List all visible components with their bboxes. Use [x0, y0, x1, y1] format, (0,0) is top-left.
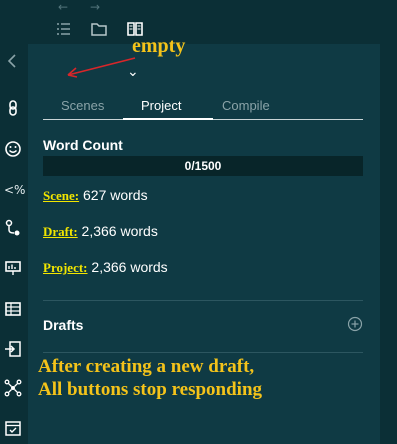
link-icon[interactable] [4, 99, 22, 117]
active-tab-indicator [123, 118, 213, 120]
stat-draft: Draft: 2,366 words [43, 223, 158, 240]
left-icon-rail: <% [0, 44, 26, 444]
tab-scenes[interactable]: Scenes [61, 98, 104, 113]
stat-draft-label[interactable]: Draft: [43, 224, 78, 239]
annotation-note-line2: All buttons stop responding [38, 379, 263, 400]
percent-icon[interactable]: <% [4, 181, 25, 199]
annotation-empty: empty [132, 35, 186, 57]
forward-arrow-icon[interactable]: → [90, 0, 100, 14]
branch-icon[interactable] [4, 219, 22, 237]
word-count-progress-bar: 0/1500 [43, 156, 363, 176]
stat-draft-value: 2,366 words [81, 223, 158, 239]
calendar-icon[interactable] [4, 419, 22, 437]
stat-scene-value: 627 words [83, 187, 148, 203]
smile-icon[interactable] [4, 140, 22, 158]
annotation-arrow [67, 57, 136, 78]
stat-project: Project: 2,366 words [43, 259, 168, 276]
list-icon[interactable] [55, 20, 73, 38]
word-count-title: Word Count [43, 137, 123, 153]
import-icon[interactable] [4, 340, 22, 358]
chevron-left-icon[interactable] [4, 52, 22, 70]
stat-scene: Scene: 627 words [43, 187, 148, 204]
divider [43, 352, 363, 353]
network-icon[interactable] [4, 379, 22, 397]
word-count-progress-text: 0/1500 [184, 159, 222, 173]
tab-project[interactable]: Project [141, 98, 181, 113]
back-arrow-icon[interactable]: ← [58, 0, 68, 14]
plus-circle-icon[interactable] [347, 316, 363, 332]
tab-compile[interactable]: Compile [222, 98, 270, 113]
stat-project-label[interactable]: Project: [43, 260, 88, 275]
annotation-note-line1: After creating a new draft, [38, 356, 255, 377]
top-toolbar: ← → [0, 0, 397, 44]
drafts-title: Drafts [43, 317, 84, 333]
divider [43, 300, 363, 301]
stat-project-value: 2,366 words [91, 259, 168, 275]
presentation-icon[interactable] [4, 259, 22, 277]
stat-scene-label[interactable]: Scene: [43, 188, 79, 203]
folder-icon[interactable] [90, 20, 108, 38]
table-icon[interactable] [4, 300, 22, 318]
tab-bar: Scenes Project Compile [43, 92, 363, 120]
